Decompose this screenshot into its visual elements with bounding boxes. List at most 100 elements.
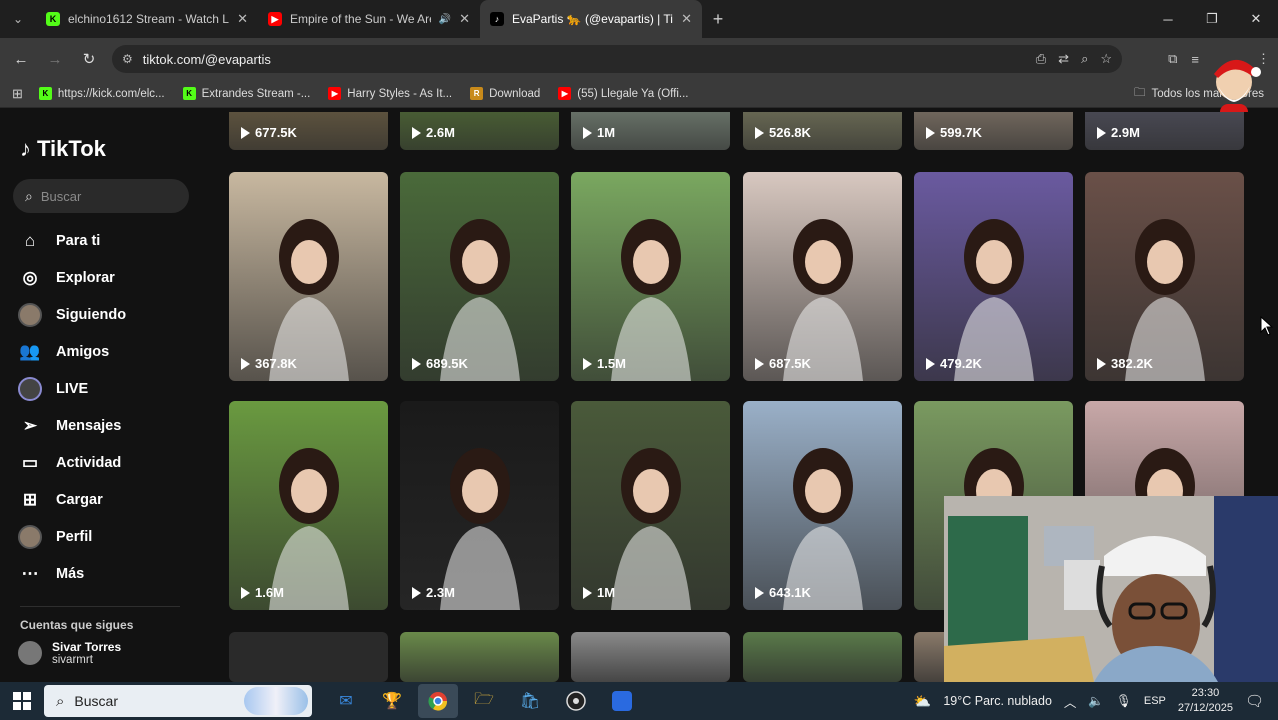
speaker-icon[interactable]: 🔊 xyxy=(439,14,451,25)
chevron-up-icon[interactable]: ︿ xyxy=(1064,692,1077,711)
video-tile[interactable]: 479.2K xyxy=(914,172,1073,381)
sidebar-item-label: Siguiendo xyxy=(56,306,127,323)
start-button[interactable] xyxy=(0,682,44,720)
sidebar-item-profile-avatar[interactable]: Perfil xyxy=(18,518,126,555)
store-icon[interactable]: 🛍 xyxy=(510,684,550,718)
bookmark-label: (55) Llegale Ya (Offi... xyxy=(577,87,689,100)
tab-search-button[interactable]: ⌄ xyxy=(0,0,36,38)
video-thumbnail xyxy=(783,219,863,381)
view-count-value: 382.2K xyxy=(1111,356,1153,371)
sidebar-item-more[interactable]: ⋯ Más xyxy=(18,555,126,592)
sidebar-item-messages[interactable]: ➢ Mensajes xyxy=(18,407,126,444)
system-tray: ⛅ 19°C Parc. nublado ︿ 🔈 🎙 ESP 23:30 27/… xyxy=(914,682,1278,720)
sidebar-item-label: Mensajes xyxy=(56,417,122,434)
brand-name: TikTok xyxy=(37,136,106,161)
sidebar-item-following-avatar[interactable]: Siguiendo xyxy=(18,296,126,333)
close-tab-icon[interactable]: ✕ xyxy=(237,11,248,27)
video-tile[interactable]: 687.5K xyxy=(743,172,902,381)
address-bar[interactable]: ⚙ tiktok.com/@evapartis ⎙ ⇄ ⌕ ☆ xyxy=(112,45,1122,73)
sidebar-item-upload[interactable]: ⊞ Cargar xyxy=(18,481,126,518)
video-tile[interactable]: 526.8K xyxy=(743,112,902,150)
video-tile[interactable]: 1M xyxy=(571,112,730,150)
view-count: 2.3M xyxy=(412,585,455,600)
browser-tab[interactable]: ▶ Empire of the Sun - We Are 🔊 ✕ xyxy=(258,0,480,38)
play-icon xyxy=(241,126,250,139)
media-control-icon[interactable]: ≡ xyxy=(1191,52,1199,67)
webcam-overlay xyxy=(944,496,1278,682)
extensions-icon[interactable]: ⧉ xyxy=(1168,51,1177,67)
video-tile[interactable] xyxy=(743,632,902,682)
video-tile[interactable]: 2.9M xyxy=(1085,112,1244,150)
video-tile[interactable]: 643.1K xyxy=(743,401,902,610)
app-blue-icon[interactable] xyxy=(602,684,642,718)
youtube-icon: ▶ xyxy=(328,87,342,100)
reload-button[interactable]: ↻ xyxy=(72,42,106,76)
close-tab-icon[interactable]: ✕ xyxy=(681,11,692,27)
sidebar-item-label: Actividad xyxy=(56,454,122,471)
browser-tab[interactable]: ♪ EvaPartis 🐆 (@evapartis) | TikT ✕ xyxy=(480,0,702,38)
apps-grid-icon[interactable]: ⊞ xyxy=(12,86,23,102)
install-app-icon[interactable]: ⎙ xyxy=(1036,51,1046,67)
volume-icon[interactable]: 🔈 xyxy=(1088,694,1104,709)
windows-logo-icon xyxy=(13,692,31,710)
video-tile[interactable]: 1M xyxy=(571,401,730,610)
trophy-app-icon[interactable]: 🏆 xyxy=(372,684,412,718)
video-tile[interactable]: 1.5M xyxy=(571,172,730,381)
sidebar-item-live[interactable]: LIVE xyxy=(18,370,126,407)
view-count-value: 643.1K xyxy=(769,585,811,600)
sidebar-item-friends[interactable]: 👥 Amigos xyxy=(18,333,126,370)
bookmark-item[interactable]: K Extrandes Stream -... xyxy=(182,87,310,100)
video-tile[interactable]: 677.5K xyxy=(229,112,388,150)
video-tile[interactable]: 2.6M xyxy=(400,112,559,150)
sidebar-item-compass[interactable]: ◎ Explorar xyxy=(18,259,126,296)
chrome-icon[interactable] xyxy=(418,684,458,718)
bookmark-label: https://kick.com/elc... xyxy=(57,87,165,100)
outlook-icon[interactable]: ✉ xyxy=(326,684,366,718)
language-indicator[interactable]: ESP xyxy=(1144,695,1166,707)
bookmark-item[interactable]: ▶ Harry Styles - As It... xyxy=(328,87,452,100)
video-tile[interactable]: 689.5K xyxy=(400,172,559,381)
microphone-icon[interactable]: 🎙 xyxy=(1116,694,1132,709)
video-tile[interactable] xyxy=(400,632,559,682)
video-tile[interactable] xyxy=(229,632,388,682)
sidebar-search-input[interactable]: ⌕ Buscar xyxy=(13,179,189,213)
restore-button[interactable]: ❐ xyxy=(1190,0,1234,38)
back-button[interactable]: ← xyxy=(4,42,38,76)
notifications-icon[interactable]: 🗨 xyxy=(1245,692,1264,710)
bookmark-item[interactable]: ▶ (55) Llegale Ya (Offi... xyxy=(558,87,689,100)
zoom-icon[interactable]: ⌕ xyxy=(1081,51,1088,67)
back-arrow-icon: ← xyxy=(13,50,29,68)
close-tab-icon[interactable]: ✕ xyxy=(459,11,470,27)
video-tile[interactable]: 599.7K xyxy=(914,112,1073,150)
obs-icon[interactable] xyxy=(556,684,596,718)
video-thumbnail xyxy=(1125,219,1205,381)
browser-tab[interactable]: Kelchino1612 Stream - Watch Li ✕ xyxy=(36,0,258,38)
video-tile[interactable]: 382.2K xyxy=(1085,172,1244,381)
bookmark-item[interactable]: R Download xyxy=(470,87,540,100)
sidebar-item-activity[interactable]: ▭ Actividad xyxy=(18,444,126,481)
sidebar-item-home[interactable]: ⌂ Para ti xyxy=(18,222,126,259)
new-tab-button[interactable]: + xyxy=(702,9,734,30)
bookmark-star-icon[interactable]: ☆ xyxy=(1100,51,1112,67)
weather-icon[interactable]: ⛅ xyxy=(914,693,931,710)
video-tile[interactable] xyxy=(571,632,730,682)
forward-button[interactable]: → xyxy=(38,42,72,76)
bookmarks-bar: ⊞ Khttps://kick.com/elc... K Extrandes Str… xyxy=(0,80,1278,108)
minimize-button[interactable]: ─ xyxy=(1146,0,1190,38)
video-tile[interactable]: 1.6M xyxy=(229,401,388,610)
view-count-value: 1M xyxy=(597,125,616,140)
clock[interactable]: 23:30 27/12/2025 xyxy=(1178,686,1233,716)
file-explorer-icon[interactable]: 🗁 xyxy=(464,684,504,718)
site-info-icon[interactable]: ⚙ xyxy=(122,52,133,66)
video-tile[interactable]: 367.8K xyxy=(229,172,388,381)
close-window-button[interactable]: ✕ xyxy=(1234,0,1278,38)
video-tile[interactable]: 2.3M xyxy=(400,401,559,610)
bookmark-item[interactable]: Khttps://kick.com/elc... xyxy=(38,87,165,100)
taskbar-search[interactable]: ⌕ Buscar xyxy=(44,685,312,717)
tiktok-logo[interactable]: ♪ TikTok xyxy=(20,136,106,162)
translate-icon[interactable]: ⇄ xyxy=(1058,51,1069,67)
weather-text[interactable]: 19°C Parc. nublado xyxy=(943,694,1052,708)
tiktok-note-icon: ♪ xyxy=(20,136,31,161)
following-account[interactable]: Sivar Torres sivarmrt xyxy=(18,640,121,666)
sidebar-divider xyxy=(20,606,180,607)
